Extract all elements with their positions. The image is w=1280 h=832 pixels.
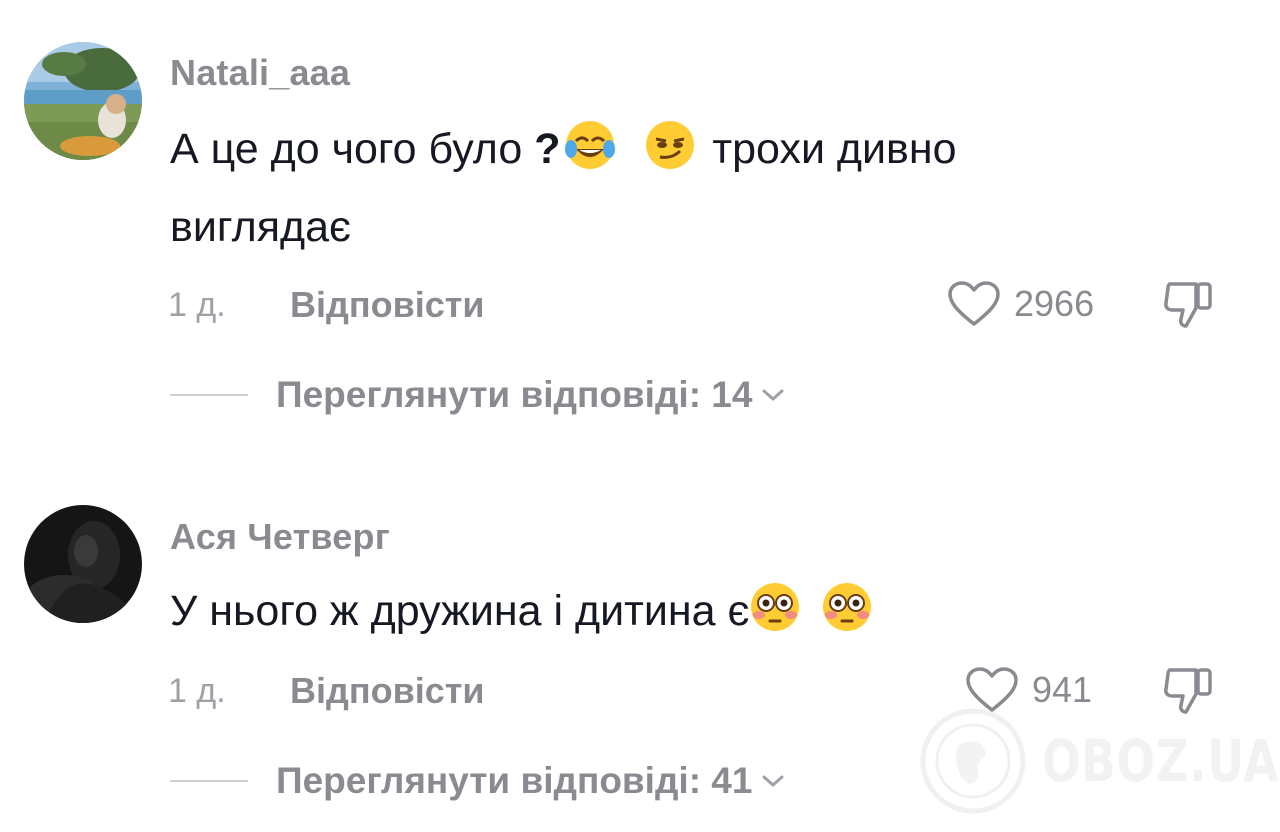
chevron-down-icon xyxy=(762,775,784,787)
view-replies-button[interactable]: Переглянути відповіді: 14 xyxy=(170,374,786,416)
replies-divider xyxy=(170,780,248,782)
comment-timestamp: 1 д. xyxy=(168,672,226,710)
comment-username[interactable]: Natali_aaa xyxy=(170,52,350,94)
like-count: 2966 xyxy=(1014,283,1095,324)
face-with-tears-of-joy-emoji xyxy=(565,121,616,169)
like-count: 941 xyxy=(1032,669,1093,710)
comment-text: У нього ж дружина і дитина є xyxy=(170,572,1130,650)
globe-logo-icon xyxy=(920,708,1026,814)
replies-divider xyxy=(170,394,248,396)
chevron-down-icon xyxy=(762,389,784,401)
comment-text-qmark: ? xyxy=(534,125,561,173)
reply-button[interactable]: Відповісти xyxy=(290,284,485,326)
heart-outline-icon xyxy=(948,281,1000,326)
view-replies-label: Переглянути відповіді: 14 xyxy=(276,374,753,415)
avatar[interactable] xyxy=(24,505,142,623)
reply-button[interactable]: Відповісти xyxy=(290,670,485,712)
view-replies-button[interactable]: Переглянути відповіді: 41 xyxy=(170,760,786,802)
comment-username[interactable]: Ася Четверг xyxy=(170,516,390,558)
flushed-face-emoji xyxy=(823,583,872,631)
dislike-button[interactable] xyxy=(1160,278,1216,337)
avatar[interactable] xyxy=(24,42,142,160)
flushed-face-emoji xyxy=(751,583,800,631)
comment-text: А це до чого було ? трохи дивно виглядає xyxy=(170,110,1130,266)
comment-text-part: А це до чого було xyxy=(170,125,535,173)
comment-timestamp: 1 д. xyxy=(168,286,226,324)
view-replies-label: Переглянути відповіді: 41 xyxy=(276,760,753,801)
watermark: OBOZ.UA xyxy=(918,706,1280,816)
watermark-text: OBOZ.UA xyxy=(1042,727,1280,795)
comment-text-part: У нього ж дружина і дитина є xyxy=(170,587,750,635)
smirking-face-emoji xyxy=(646,121,695,169)
thumbs-down-icon xyxy=(1164,282,1212,328)
like-button[interactable]: 2966 xyxy=(946,280,1094,328)
